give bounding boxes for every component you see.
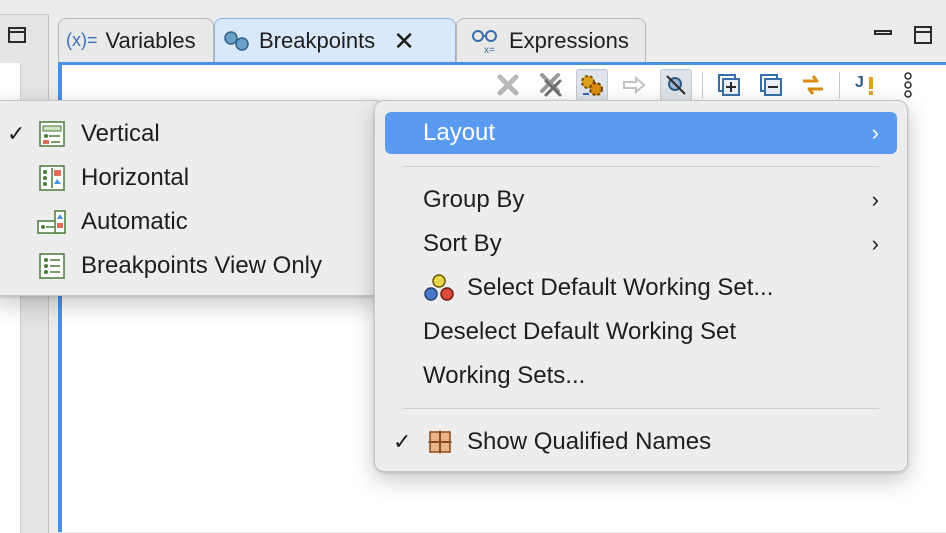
minimize-button[interactable]: [874, 26, 892, 44]
qualified-names-icon: [427, 429, 453, 455]
tab-label: Expressions: [509, 27, 629, 53]
view-window-controls: [874, 26, 946, 44]
java-exception-breakpoint-icon[interactable]: J: [850, 69, 882, 101]
menu-item-horizontal[interactable]: Horizontal: [0, 156, 383, 200]
menu-separator: [403, 408, 879, 409]
view-tab-bar: (x)= Variables Breakpoints ✕ x= Expressi…: [58, 14, 946, 64]
menu-item-show-qualified-names[interactable]: ✓ Show Qualified Names: [375, 420, 907, 464]
close-icon[interactable]: ✕: [393, 28, 415, 54]
view-menu-icon[interactable]: [892, 69, 924, 101]
menu-item-group-by[interactable]: Group By ›: [375, 178, 907, 222]
menu-item-label: Show Qualified Names: [467, 428, 712, 455]
variables-icon: (x)=: [66, 30, 98, 50]
menu-item-working-sets[interactable]: Working Sets...: [375, 354, 907, 398]
expand-all-icon[interactable]: [713, 69, 745, 101]
menu-item-automatic[interactable]: Automatic: [0, 200, 383, 244]
horizontal-layout-icon: [39, 165, 65, 191]
tab-label: Variables: [105, 27, 196, 53]
menu-item-vertical[interactable]: ✓ Vertical: [0, 112, 383, 156]
menu-item-label: Select Default Working Set...: [467, 274, 774, 301]
go-to-file-icon[interactable]: [618, 69, 650, 101]
tab-variables[interactable]: (x)= Variables: [58, 18, 214, 62]
submenu-arrow-icon: ›: [871, 120, 879, 145]
layout-submenu: ✓ Vertical Horizontal Automatic Breakpoi…: [0, 100, 384, 296]
menu-item-label: Working Sets...: [423, 362, 586, 389]
tab-breakpoints[interactable]: Breakpoints ✕: [214, 18, 456, 62]
automatic-layout-icon: [37, 209, 67, 235]
vertical-layout-icon: [39, 121, 65, 147]
view-menu: Layout › Group By › Sort By › Select Def…: [374, 100, 908, 472]
collapse-all-icon[interactable]: [755, 69, 787, 101]
breakpoints-toolbar: J: [492, 68, 946, 102]
expressions-icon: x=: [471, 28, 501, 54]
menu-separator: [403, 166, 879, 167]
menu-item-layout[interactable]: Layout ›: [385, 112, 897, 154]
submenu-arrow-icon: ›: [871, 231, 879, 256]
link-with-debug-view-icon[interactable]: [576, 69, 608, 101]
skip-all-breakpoints-icon[interactable]: [660, 69, 692, 101]
menu-item-label: Breakpoints View Only: [81, 252, 323, 279]
menu-item-select-default-working-set[interactable]: Select Default Working Set...: [375, 266, 907, 310]
tab-expressions[interactable]: x= Expressions: [456, 18, 646, 62]
toolbar-separator: [702, 72, 703, 98]
menu-item-label: Deselect Default Working Set: [423, 318, 737, 345]
menu-item-label: Horizontal: [81, 164, 190, 191]
breakpoints-view-only-icon: [39, 253, 65, 279]
checkmark-icon: ✓: [7, 121, 26, 146]
menu-item-label: Layout: [423, 119, 496, 146]
toolbar-separator: [839, 72, 840, 98]
menu-item-breakpoints-view-only[interactable]: Breakpoints View Only: [0, 244, 383, 288]
breakpoints-icon: [223, 30, 251, 52]
remove-icon[interactable]: [492, 69, 524, 101]
menu-item-label: Vertical: [81, 120, 160, 147]
menu-item-deselect-default-working-set[interactable]: Deselect Default Working Set: [375, 310, 907, 354]
maximize-button[interactable]: [914, 26, 932, 44]
menu-item-label: Sort By: [423, 230, 502, 257]
remove-all-icon[interactable]: [534, 69, 566, 101]
tab-label: Breakpoints: [259, 27, 376, 53]
menu-item-label: Automatic: [81, 208, 188, 235]
maximize-button[interactable]: [8, 27, 26, 43]
svg-text:J: J: [855, 74, 864, 91]
checkmark-icon: ✓: [393, 429, 412, 454]
link-icon[interactable]: [797, 69, 829, 101]
svg-text:x=: x=: [484, 45, 495, 54]
working-set-icon: [423, 273, 455, 303]
menu-item-label: Group By: [423, 186, 525, 213]
menu-item-sort-by[interactable]: Sort By ›: [375, 222, 907, 266]
submenu-arrow-icon: ›: [871, 187, 879, 212]
